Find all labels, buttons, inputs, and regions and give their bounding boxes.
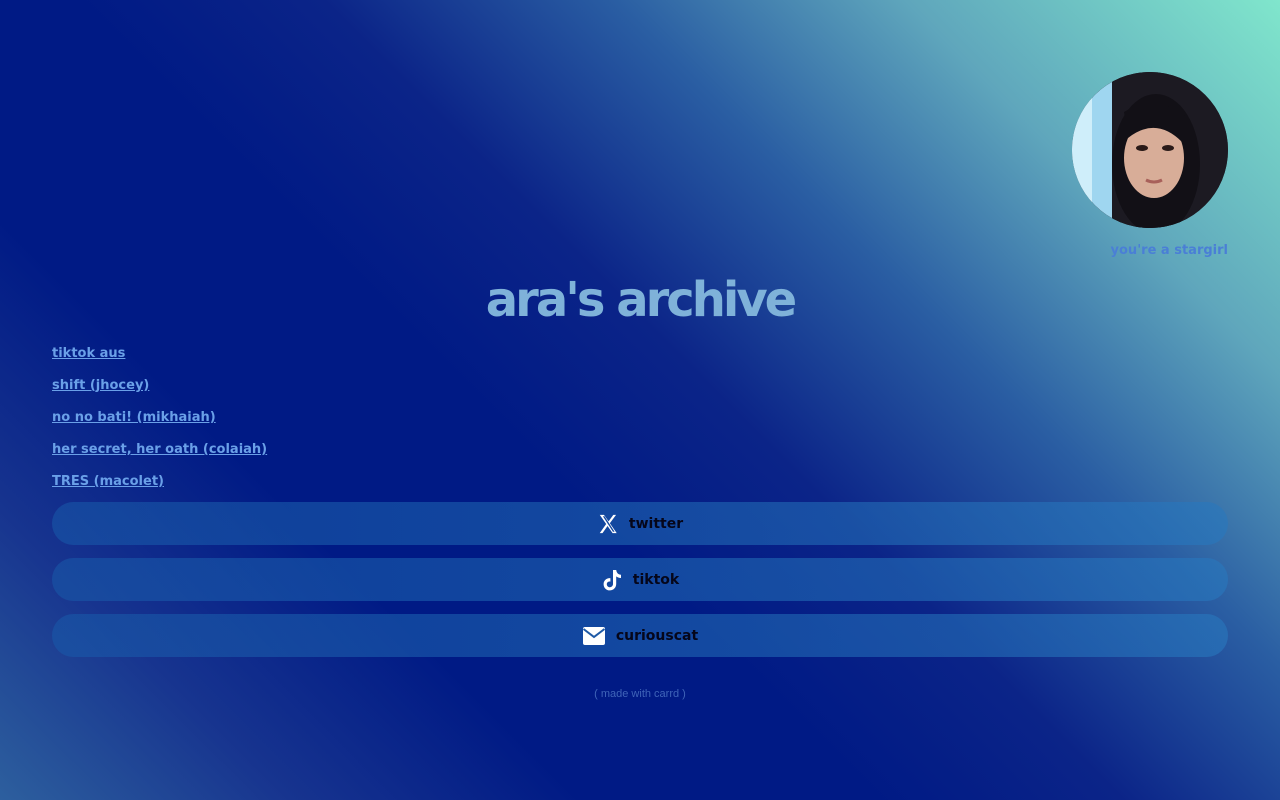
link-her-secret-her-oath[interactable]: her secret, her oath (colaiah) (52, 442, 267, 457)
tiktok-logo-icon (601, 568, 623, 592)
link-shift[interactable]: shift (jhocey) (52, 378, 149, 393)
link-tres[interactable]: TRES (macolet) (52, 474, 164, 489)
link-no-no-bati[interactable]: no no bati! (mikhaiah) (52, 410, 216, 425)
list-item: TRES (macolet) (52, 470, 267, 502)
curiouscat-button[interactable]: curiouscat (52, 614, 1228, 657)
story-links-list: tiktok aus shift (jhocey) no no bati! (m… (52, 342, 267, 502)
tiktok-button-label: tiktok (632, 571, 680, 588)
x-logo-icon (597, 513, 619, 535)
footer-credit[interactable]: ( made with carrd ) (0, 688, 1280, 700)
avatar (1072, 72, 1228, 228)
list-item: shift (jhocey) (52, 374, 267, 406)
avatar-portrait (1072, 72, 1228, 228)
list-item: tiktok aus (52, 342, 267, 374)
page-title: ara's archive (485, 272, 797, 328)
list-item: her secret, her oath (colaiah) (52, 438, 267, 470)
curiouscat-button-label: curiouscat (615, 627, 699, 644)
list-item: no no bati! (mikhaiah) (52, 406, 267, 438)
envelope-icon (582, 626, 606, 646)
twitter-button-label: twitter (628, 515, 684, 532)
twitter-button[interactable]: twitter (52, 502, 1228, 545)
tiktok-button[interactable]: tiktok (52, 558, 1228, 601)
profile-tagline: you're a stargirl (1110, 243, 1228, 258)
link-tiktok-aus[interactable]: tiktok aus (52, 346, 125, 361)
